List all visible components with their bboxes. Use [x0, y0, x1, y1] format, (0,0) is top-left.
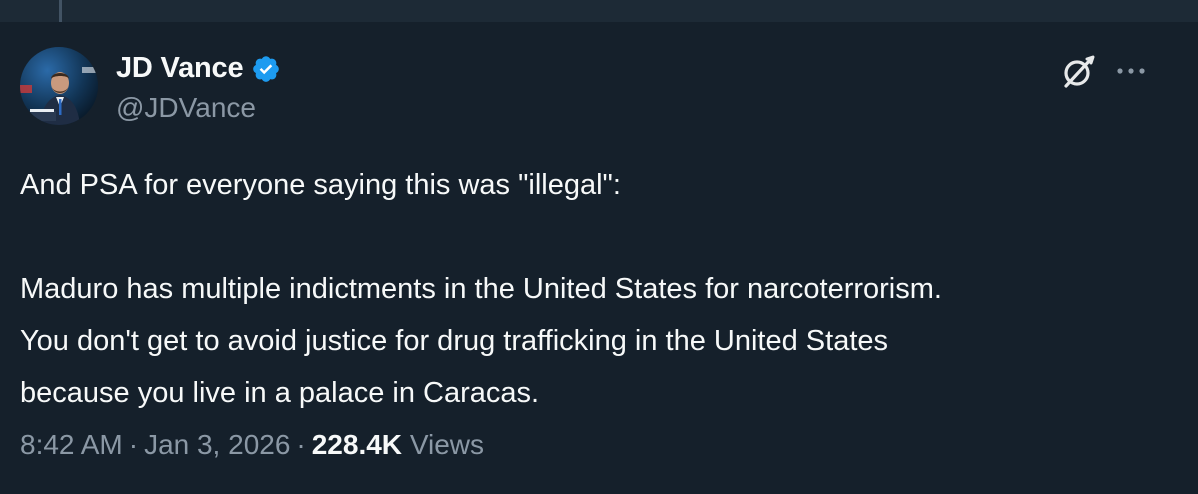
- post-line: Maduro has multiple indictments in the U…: [20, 273, 942, 305]
- author-name-row[interactable]: JD Vance: [116, 52, 281, 85]
- meta-separator: ·: [128, 429, 139, 460]
- author-name[interactable]: JD Vance: [116, 52, 244, 85]
- post-time: 8:42 AM: [20, 429, 123, 460]
- thread-connector-area: [0, 0, 1198, 22]
- avatar-image: [20, 47, 98, 125]
- post-line: You don't get to avoid justice for drug …: [20, 325, 889, 357]
- meta-separator: ·: [296, 429, 306, 460]
- post-line: because you live in a palace in Caracas.: [20, 377, 540, 409]
- views-count: 228.4K: [311, 429, 403, 460]
- verified-badge-icon: [253, 55, 280, 82]
- views-label: Views: [409, 429, 484, 460]
- grok-icon[interactable]: [1058, 52, 1098, 92]
- views-link[interactable]: 228.4K Views: [312, 429, 484, 460]
- more-options-icon[interactable]: [1112, 56, 1150, 86]
- post-time-link[interactable]: 8:42 AM · Jan 3, 2026: [20, 429, 290, 460]
- post-metadata: 8:42 AM · Jan 3, 2026 · 228.4K Views: [20, 429, 484, 461]
- thread-line: [59, 0, 62, 22]
- post-date: Jan 3, 2026: [144, 429, 291, 460]
- tweet-card[interactable]: JD Vance @JDVance And PSA for everyone s…: [0, 22, 1198, 494]
- author-handle[interactable]: @JDVance: [116, 92, 256, 124]
- post-text: And PSA for everyone saying this was "il…: [20, 159, 1180, 419]
- post-line: And PSA for everyone saying this was "il…: [20, 169, 621, 201]
- avatar[interactable]: [20, 47, 98, 125]
